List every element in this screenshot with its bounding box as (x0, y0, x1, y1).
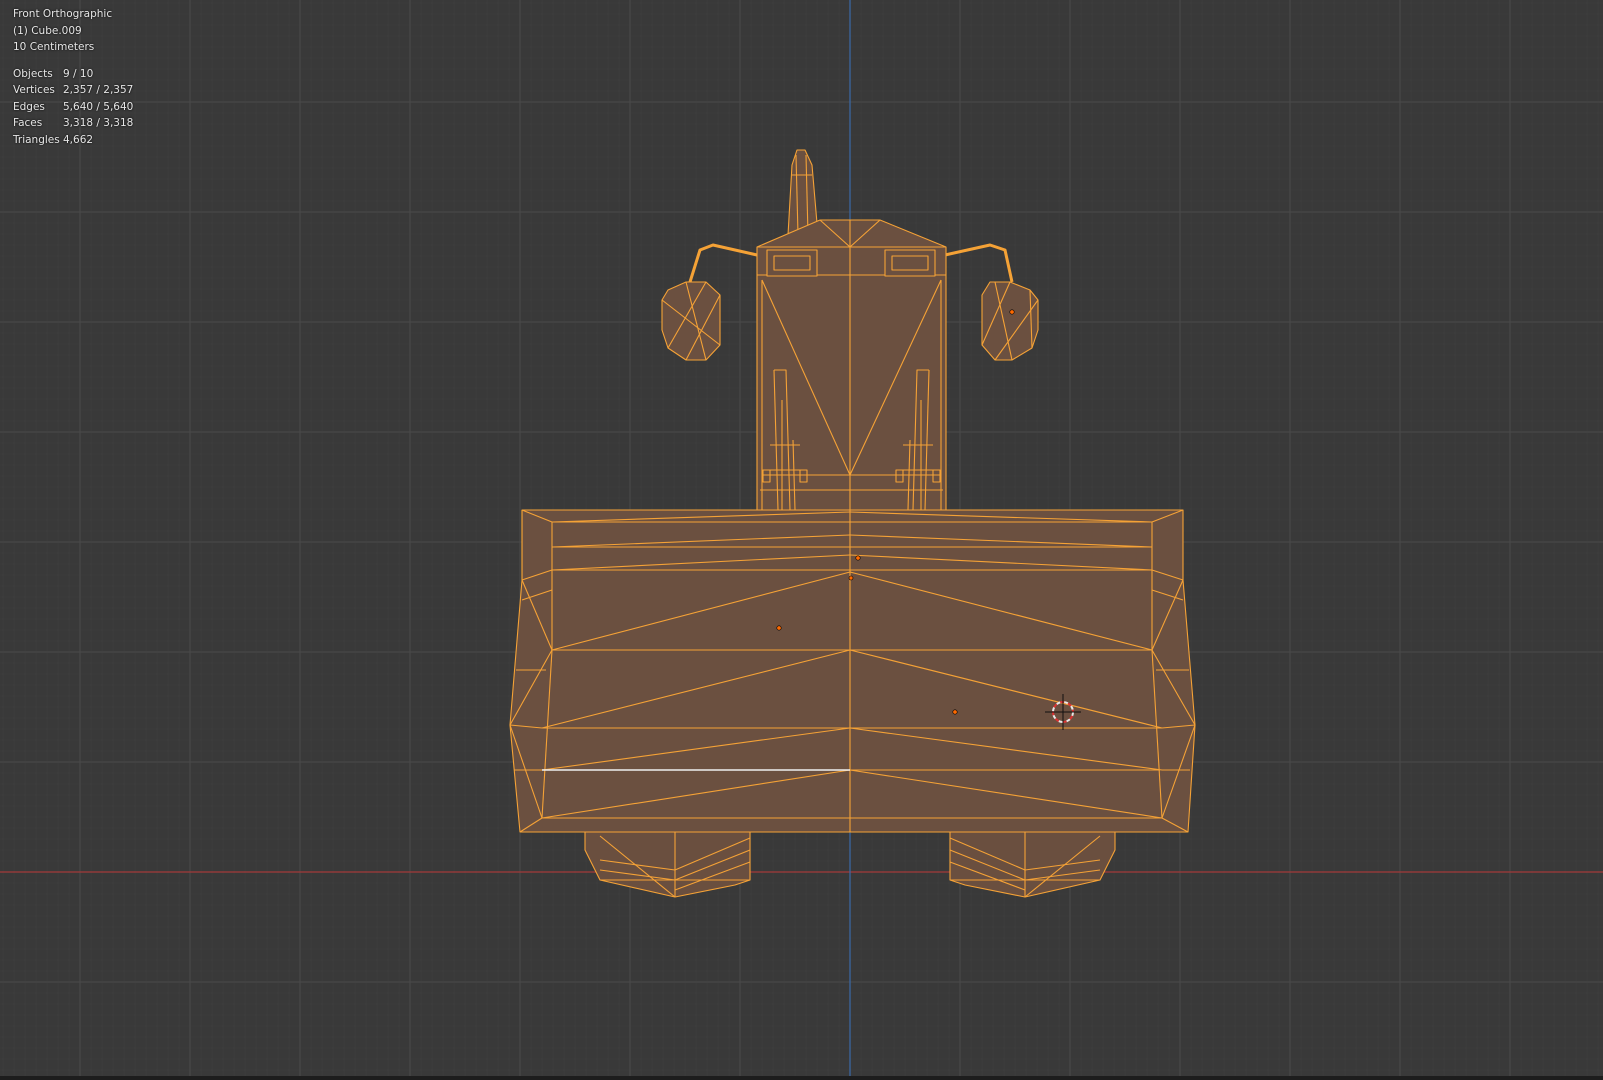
viewport-bottom-edge (0, 1076, 1603, 1080)
stat-value: 4,662 (63, 133, 94, 146)
stat-value: 2,357 / 2,357 (63, 84, 134, 96)
cab[interactable] (756, 219, 947, 511)
stat-value: 9 / 10 (63, 67, 94, 80)
stat-label: Objects (13, 67, 53, 80)
stat-value: 3,318 / 3,318 (63, 117, 134, 129)
viewport-info-overlay: Front Orthographic (1) Cube.009 10 Centi… (13, 6, 133, 148)
stat-row: Faces 3,318 / 3,318 (13, 115, 133, 132)
stat-row: Vertices 2,357 / 2,357 (13, 82, 133, 99)
stat-label: Edges (13, 100, 45, 113)
stat-value: 5,640 / 5,640 (63, 100, 134, 113)
stat-row: Triangles 4,662 (13, 132, 133, 149)
stat-row: Objects 9 / 10 (13, 66, 133, 83)
track-left[interactable] (584, 829, 751, 898)
3d-viewport[interactable]: Front Orthographic (1) Cube.009 10 Centi… (0, 0, 1603, 1080)
grid-scale: 10 Centimeters (13, 41, 95, 53)
stat-label: Triangles (13, 133, 60, 146)
scene-objects[interactable] (0, 0, 1603, 1080)
stat-row: Edges 5,640 / 5,640 (13, 99, 133, 116)
track-right[interactable] (949, 829, 1116, 898)
stat-label: Vertices (13, 84, 55, 96)
view-name: Front Orthographic (13, 8, 113, 20)
active-object-name: (1) Cube.009 (13, 24, 82, 37)
dozer-blade[interactable] (509, 509, 1196, 833)
mirror-left[interactable] (661, 281, 721, 361)
stat-label: Faces (13, 117, 43, 129)
mirror-right[interactable] (981, 281, 1039, 361)
scene-statistics: Objects 9 / 10 Vertices 2,357 / 2,357 Edge… (13, 66, 133, 149)
